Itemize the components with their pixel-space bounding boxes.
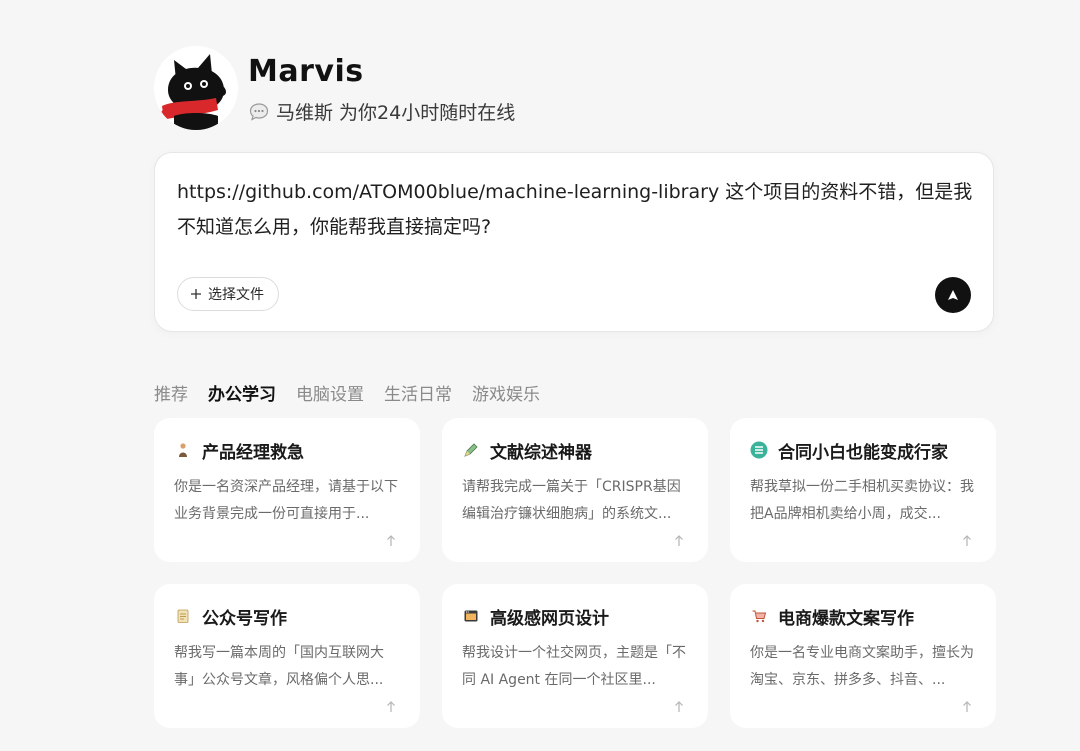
arrow-up-icon (387, 701, 395, 712)
card-description: 帮我草拟一份二手相机买卖协议：我把A品牌相机卖给小周，成交... (750, 479, 974, 522)
chat-bubble-icon (249, 102, 269, 121)
prompt-input[interactable]: https://github.com/ATOM00blue/machine-le… (177, 175, 973, 245)
pen-icon (462, 441, 480, 459)
prompt-card[interactable]: 电商爆款文案写作 你是一名专业电商文案助手，擅长为淘宝、京东、拼多多、抖音、..… (730, 584, 996, 728)
card-title: 产品经理救急 (202, 442, 304, 463)
tab-recommend[interactable]: 推荐 (154, 380, 188, 405)
tab-office-study[interactable]: 办公学习 (208, 380, 276, 405)
prompt-input-card: https://github.com/ATOM00blue/machine-le… (154, 152, 994, 332)
person-icon (174, 441, 192, 459)
choose-file-button[interactable]: 选择文件 (177, 277, 279, 311)
prompt-card[interactable]: 合同小白也能变成行家 帮我草拟一份二手相机买卖协议：我把A品牌相机卖给小周，成交… (730, 418, 996, 562)
card-header: 文献综述神器 (462, 438, 688, 463)
card-description: 帮我设计一个社交网页，主题是「不同 AI Agent 在同一个社区里... (462, 645, 686, 688)
card-description: 你是一名专业电商文案助手，擅长为淘宝、京东、拼多多、抖音、... (750, 645, 974, 688)
card-title: 合同小白也能变成行家 (778, 442, 948, 463)
card-header: 公众号写作 (174, 604, 400, 629)
arrow-up-icon (963, 535, 971, 546)
card-title: 公众号写作 (202, 608, 287, 629)
notepad-icon (174, 607, 192, 625)
card-header: 高级感网页设计 (462, 604, 688, 629)
arrow-up-icon (675, 701, 683, 712)
arrow-up-icon (963, 701, 971, 712)
dog-avatar-icon (154, 46, 238, 130)
card-title: 电商爆款文案写作 (778, 608, 914, 629)
plus-icon (191, 289, 201, 299)
arrow-up-icon (387, 535, 395, 546)
card-description: 帮我写一篇本周的「国内互联网大事」公众号文章，风格偏个人思... (174, 645, 384, 688)
tab-games-entertainment[interactable]: 游戏娱乐 (472, 380, 540, 405)
card-description: 你是一名资深产品经理，请基于以下业务背景完成一份可直接用于... (174, 479, 398, 522)
card-title: 文献综述神器 (490, 442, 592, 463)
card-header: 产品经理救急 (174, 438, 400, 463)
category-tabs: 推荐 办公学习 电脑设置 生活日常 游戏娱乐 (154, 380, 540, 405)
tab-computer-settings[interactable]: 电脑设置 (296, 380, 364, 405)
choose-file-label: 选择文件 (208, 287, 264, 303)
tagline-text: 马维斯 为你24小时随时在线 (276, 102, 516, 124)
shopping-cart-icon (750, 607, 768, 625)
contract-icon (750, 441, 768, 459)
prompt-card[interactable]: 高级感网页设计 帮我设计一个社交网页，主题是「不同 AI Agent 在同一个社… (442, 584, 708, 728)
tab-daily-life[interactable]: 生活日常 (384, 380, 452, 405)
arrow-up-icon (675, 535, 683, 546)
marvis-home: Marvis 马维斯 为你24小时随时在线 https://github.com… (0, 0, 1080, 751)
card-title: 高级感网页设计 (490, 608, 609, 629)
prompt-cards-grid: 产品经理救急 你是一名资深产品经理，请基于以下业务背景完成一份可直接用于... … (154, 418, 996, 728)
prompt-card[interactable]: 文献综述神器 请帮我完成一篇关于「CRISPR基因编辑治疗镰状细胞病」的系统文.… (442, 418, 708, 562)
card-header: 合同小白也能变成行家 (750, 438, 976, 463)
card-header: 电商爆款文案写作 (750, 604, 976, 629)
marvis-avatar (154, 46, 238, 130)
brand-name: Marvis (248, 54, 364, 89)
browser-window-icon (462, 607, 480, 625)
send-arrow-icon (948, 290, 958, 300)
send-button[interactable] (935, 277, 971, 313)
prompt-card[interactable]: 公众号写作 帮我写一篇本周的「国内互联网大事」公众号文章，风格偏个人思... (154, 584, 420, 728)
prompt-card[interactable]: 产品经理救急 你是一名资深产品经理，请基于以下业务背景完成一份可直接用于... (154, 418, 420, 562)
tagline: 马维斯 为你24小时随时在线 (248, 98, 515, 125)
card-description: 请帮我完成一篇关于「CRISPR基因编辑治疗镰状细胞病」的系统文... (462, 479, 681, 522)
